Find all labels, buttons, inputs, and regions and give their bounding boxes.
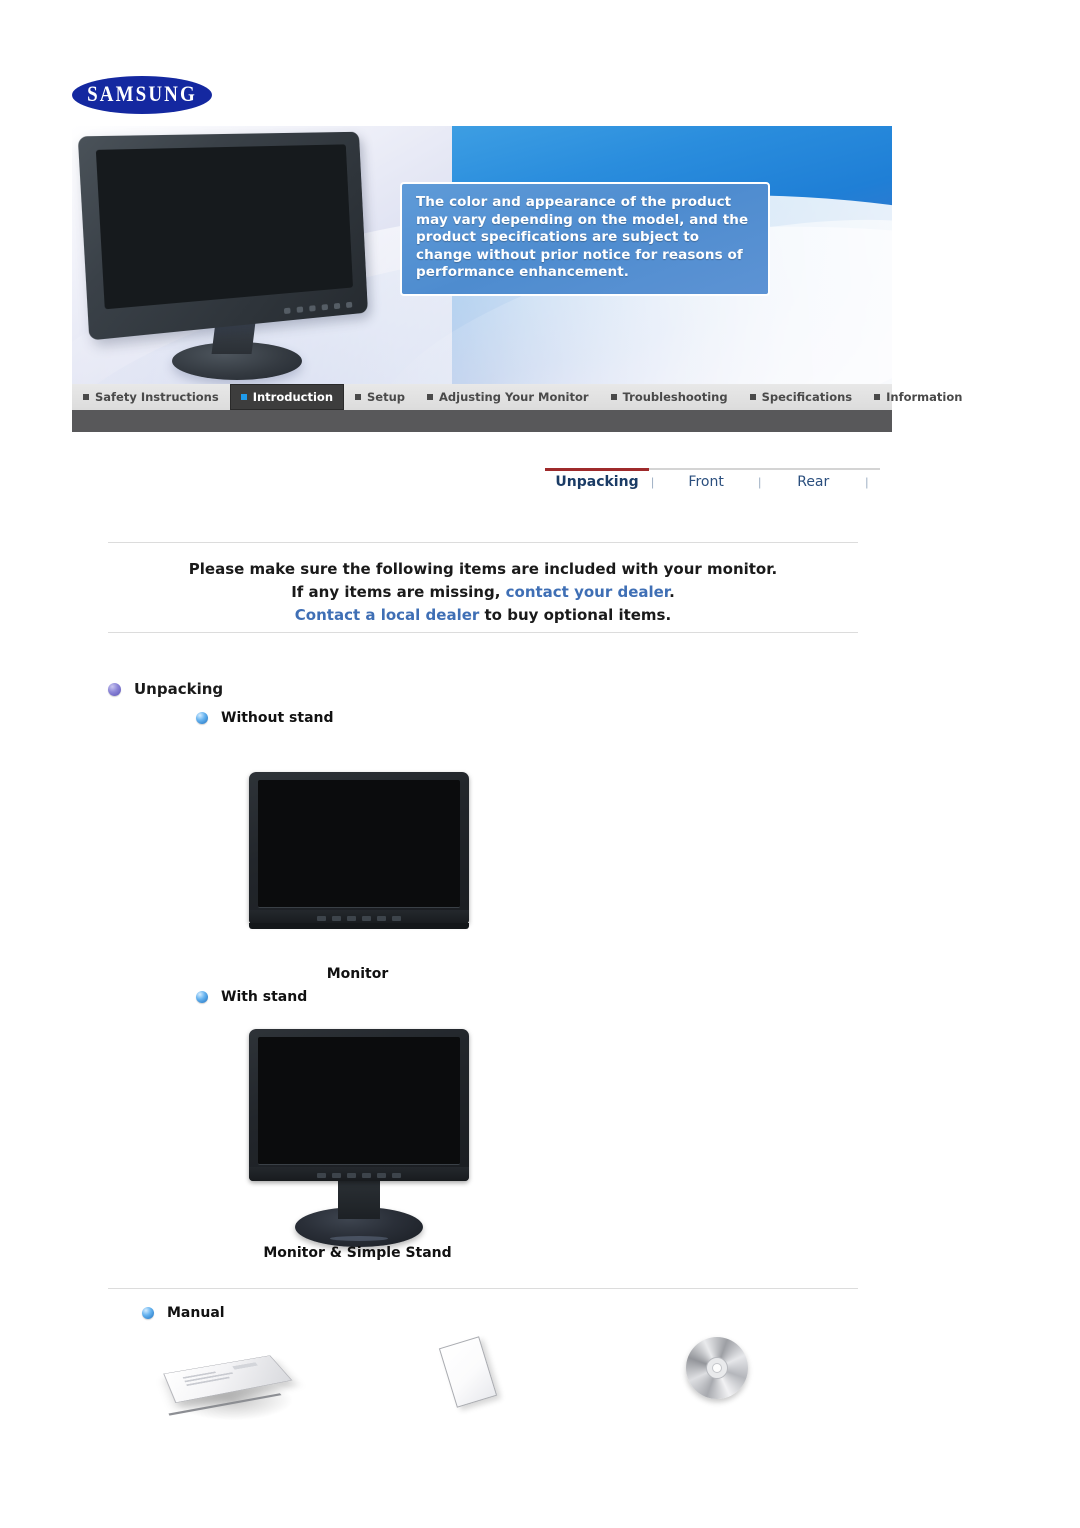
bullet-square-icon [874,394,880,400]
section-label: With stand [221,989,307,1005]
samsung-logo: SAMSUNG [72,76,212,114]
intro-line-3: Contact a local dealer to buy optional i… [108,604,858,627]
page-root: SAMSUNG The color and appearance of the … [0,0,1080,1528]
section-label: Manual [167,1305,225,1321]
monitor-neck [338,1181,380,1219]
section-label: Unpacking [134,680,223,698]
logo-text: SAMSUNG [87,82,197,108]
cd-disc-icon [686,1337,756,1407]
monitor-frame [249,1029,469,1181]
bullet-square-icon [355,394,361,400]
bullet-square-icon [611,394,617,400]
subnav-item-front[interactable]: Front [656,474,756,490]
tab-label: Introduction [253,390,333,404]
subnav-items: Unpacking | Front | Rear | [545,474,870,490]
intro-line-2: If any items are missing, contact your d… [108,581,858,604]
intro-line-3-suffix: to buy optional items. [479,606,671,624]
bullet-square-icon [241,394,247,400]
bullet-blue-icon [142,1307,154,1319]
intro-line-2-prefix: If any items are missing, [291,583,505,601]
hero-monitor-screen [96,144,353,309]
bullet-blue-icon [196,712,208,724]
tab-label: Information [886,390,962,404]
tab-label: Safety Instructions [95,390,219,404]
hero-monitor-icon [86,134,406,384]
tab-specifications[interactable]: Specifications [739,384,864,410]
section-heading-without-stand: Without stand [196,710,334,726]
hero-monitor-buttons [284,302,352,314]
subnav-item-rear[interactable]: Rear [763,474,863,490]
section-heading-unpacking: Unpacking [108,680,223,698]
tab-label: Setup [367,390,405,404]
divider-manual [108,1288,858,1289]
monitor-base-highlight [330,1236,388,1241]
intro-line-1: Please make sure the following items are… [108,558,858,581]
monitor-with-stand-image [249,1029,469,1249]
tab-adjusting-your-monitor[interactable]: Adjusting Your Monitor [416,384,600,410]
manual-book-icon [168,1350,298,1420]
sub-navigation: Unpacking | Front | Rear | [545,468,880,502]
monitor-control-buttons [317,1173,401,1178]
subnav-separator: | [649,475,656,489]
bullet-blue-icon [196,991,208,1003]
monitor-frame [249,772,469,924]
subnav-separator: | [863,475,870,489]
manual-book-text-lines [183,1368,241,1388]
monitor-chin [249,1167,469,1181]
monitor-screen [258,780,460,908]
divider-intro-bottom [108,632,858,633]
section-heading-manual: Manual [142,1305,225,1321]
tab-label: Specifications [762,390,853,404]
divider-top [108,542,858,543]
main-navigation: Safety Instructions Introduction Setup A… [72,384,892,410]
section-label: Without stand [221,710,334,726]
hero-callout-text: The color and appearance of the product … [400,182,770,296]
hero-banner: The color and appearance of the product … [72,126,892,384]
intro-line-2-suffix: . [669,583,675,601]
warranty-card-icon [437,1335,517,1415]
monitor-foot [249,923,469,929]
logo-ellipse: SAMSUNG [72,76,212,114]
tab-safety-instructions[interactable]: Safety Instructions [72,384,230,410]
monitor-screen [258,1037,460,1165]
tab-troubleshooting[interactable]: Troubleshooting [600,384,739,410]
bullet-square-icon [750,394,756,400]
caption-monitor: Monitor [180,966,535,982]
hero-monitor-body [78,132,368,341]
intro-paragraph: Please make sure the following items are… [108,558,858,627]
monitor-chin [249,910,469,924]
bullet-square-icon [83,394,89,400]
cd-disc-hole [712,1363,722,1373]
navbar-underbar [72,410,892,432]
caption-monitor-simple-stand: Monitor & Simple Stand [180,1245,535,1261]
tab-information[interactable]: Information [863,384,973,410]
monitor-control-buttons [317,916,401,921]
tab-label: Adjusting Your Monitor [439,390,589,404]
subnav-active-underline [545,468,649,471]
tab-setup[interactable]: Setup [344,384,416,410]
tab-introduction[interactable]: Introduction [230,384,344,410]
tab-label: Troubleshooting [623,390,728,404]
bullet-square-icon [427,394,433,400]
subnav-item-unpacking[interactable]: Unpacking [545,474,649,490]
contact-your-dealer-link[interactable]: contact your dealer [506,583,669,601]
contact-local-dealer-link[interactable]: Contact a local dealer [295,606,479,624]
manual-book-logo-block [232,1362,258,1369]
warranty-card-sheet [439,1336,497,1408]
monitor-without-stand-image [249,772,469,932]
subnav-separator: | [756,475,763,489]
bullet-purple-icon [108,683,121,696]
section-heading-with-stand: With stand [196,989,307,1005]
